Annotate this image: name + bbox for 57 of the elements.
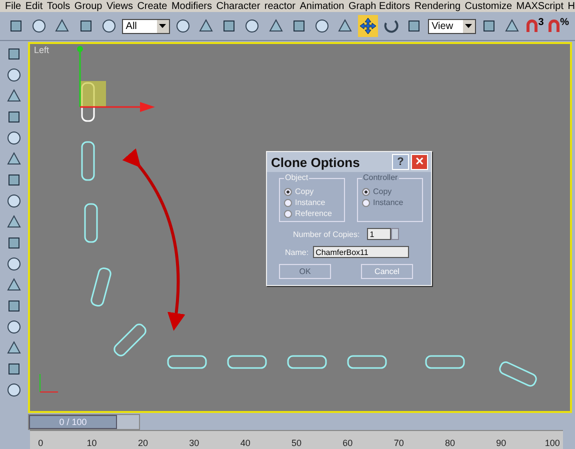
ruler-label: 30 xyxy=(189,438,200,448)
chamfer-box xyxy=(167,355,207,369)
chamfer-box xyxy=(227,355,267,369)
caret-icon xyxy=(159,24,166,28)
caret-icon xyxy=(465,24,472,28)
menu-item[interactable]: Tools xyxy=(46,0,70,12)
copies-label: Number of Copies: xyxy=(293,230,360,238)
viewport-label: Left xyxy=(34,45,50,55)
ruler-label: 60 xyxy=(342,438,353,448)
ruler-label: 80 xyxy=(445,438,455,448)
menu-item[interactable]: Graph Editors xyxy=(348,0,410,12)
menu-item[interactable]: Edit xyxy=(25,0,43,12)
menu-item[interactable]: File xyxy=(5,0,22,12)
group-title: Object xyxy=(284,173,310,182)
chamfer-box xyxy=(347,355,387,369)
name-label: Name: xyxy=(285,248,309,256)
magnet-icon xyxy=(548,19,560,33)
menu-item[interactable]: Character xyxy=(216,0,260,12)
chamfer-box xyxy=(84,203,98,243)
ruler-label: 10 xyxy=(86,438,97,448)
ruler-label: 20 xyxy=(138,438,148,448)
coordinate-system-dropdown[interactable]: View xyxy=(428,18,476,34)
ruler-label: 70 xyxy=(394,438,404,448)
chamfer-box xyxy=(287,355,327,369)
help-button[interactable]: ? xyxy=(392,154,409,170)
snap-toggle[interactable]: % xyxy=(548,15,569,37)
chamfer-box xyxy=(90,266,112,308)
name-field[interactable]: ChamferBox11 xyxy=(312,246,409,258)
ruler-label: 0 xyxy=(38,438,44,448)
axis-tripod-icon xyxy=(40,374,58,392)
timeline-ruler[interactable]: 0 10 20 30 40 50 60 70 80 90 100 xyxy=(30,430,563,448)
ruler-label: 50 xyxy=(292,438,302,448)
chamfer-box xyxy=(112,322,148,358)
selection-filter-dropdown[interactable]: All xyxy=(122,18,170,34)
chamfer-box xyxy=(498,360,538,388)
move-icon[interactable] xyxy=(359,17,378,35)
menu-item[interactable]: Rendering xyxy=(414,0,461,12)
menu-item[interactable]: Customize xyxy=(464,0,512,12)
menu-item[interactable]: Create xyxy=(137,0,168,12)
menu-item[interactable]: Group xyxy=(74,0,102,12)
dialog-title: Clone Options xyxy=(271,154,360,170)
close-button[interactable]: ✕ xyxy=(411,154,428,170)
gizmo-plane xyxy=(80,81,106,107)
menu-item[interactable]: H xyxy=(568,0,575,12)
menu-item[interactable]: reactor xyxy=(264,0,296,12)
menu-item[interactable]: Views xyxy=(106,0,133,12)
chamfer-box xyxy=(81,141,95,181)
snap-toggle[interactable]: 3 xyxy=(524,15,546,37)
ruler-label: 90 xyxy=(496,438,506,448)
ruler-label: 40 xyxy=(240,438,250,448)
menu-item[interactable]: MAXScript xyxy=(516,0,564,12)
menu-item[interactable]: Animation xyxy=(300,0,344,12)
group-title: Controller xyxy=(362,173,399,182)
ruler-label: 100 xyxy=(544,438,560,448)
chamfer-box xyxy=(425,355,465,369)
magnet-icon xyxy=(526,19,538,33)
menu-item[interactable]: Modifiers xyxy=(171,0,212,12)
